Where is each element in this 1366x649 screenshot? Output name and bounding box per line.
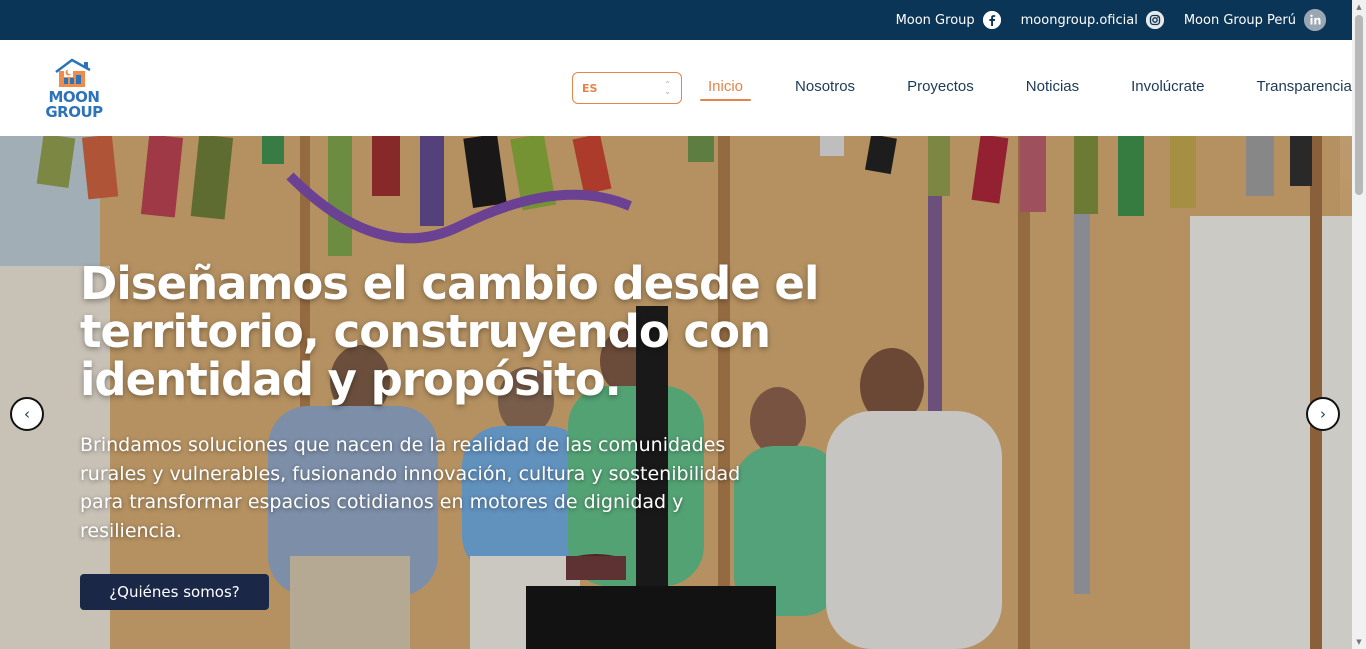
scroll-down-icon[interactable]: ▼ [1352,635,1366,649]
facebook-icon [982,11,1001,29]
instagram-icon [1145,11,1164,29]
scrollbar-thumb[interactable] [1355,15,1363,195]
nav-transparencia[interactable]: Transparencia [1249,76,1360,101]
nav-inicio[interactable]: Inicio [700,76,752,101]
logo-word-group: GROUP [45,103,103,121]
moon-group-logo[interactable]: MOON GROUP [40,56,106,122]
scroll-up-icon[interactable]: ▲ [1352,0,1366,14]
nav-proyectos[interactable]: Proyectos [899,76,982,101]
hero-title: Diseñamos el cambio desde el territorio,… [80,257,819,406]
hero-subtitle: Brindamos soluciones que nacen de la rea… [80,434,741,542]
language-select[interactable]: ES ⌃ ⌄ [572,72,682,104]
main-nav: Inicio Nosotros Proyectos Noticias Invol… [700,76,1360,101]
linkedin-label: Moon Group Perú [1183,12,1296,28]
slider-next-button[interactable]: › [1306,397,1340,431]
nav-noticias[interactable]: Noticias [1018,76,1087,101]
facebook-label: Moon Group [895,12,975,28]
house-logo-icon [55,58,91,87]
social-instagram-link[interactable]: moongroup.oficial [1021,11,1164,29]
quienes-somos-button[interactable]: ¿Quiénes somos? [80,574,269,610]
chevron-left-icon: ‹ [24,405,30,423]
site-header: MOON GROUP ES ⌃ ⌄ Inicio Nosotros Proyect… [0,40,1352,136]
hero-slider: Diseñamos el cambio desde el territorio,… [0,136,1352,649]
linkedin-icon [1304,9,1326,31]
social-topbar: Moon Group moongroup.oficial Moon Group … [0,0,1366,40]
instagram-label: moongroup.oficial [1020,12,1138,28]
page-scrollbar[interactable]: ▲ ▼ [1352,0,1366,649]
chevron-right-icon: › [1320,405,1326,423]
slider-prev-button[interactable]: ‹ [10,397,44,431]
social-linkedin-link[interactable]: Moon Group Perú [1184,9,1326,31]
select-arrows-icon: ⌃ ⌄ [664,80,671,96]
nav-nosotros[interactable]: Nosotros [787,76,863,101]
nav-involucrate[interactable]: Involúcrate [1123,76,1212,101]
social-facebook-link[interactable]: Moon Group [896,11,1001,29]
language-value: ES [582,81,598,95]
